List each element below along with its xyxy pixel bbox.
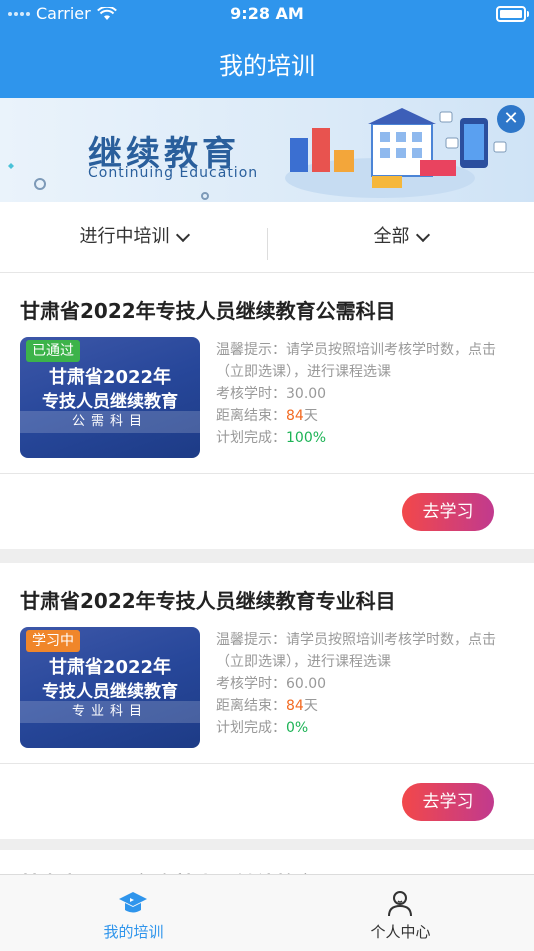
- course-title[interactable]: 甘肃省2022年专技人员继续教育专业科目: [20, 585, 396, 614]
- tab-label: 个人中心: [370, 923, 431, 941]
- thumbnail-line3: 公需科目: [20, 411, 200, 433]
- status-time: 9:28 AM: [230, 4, 304, 23]
- person-icon: [388, 891, 412, 917]
- course-progress: 计划完成：0%: [216, 720, 309, 736]
- page-title: 我的培训: [219, 52, 315, 80]
- end-days: 84: [286, 408, 304, 424]
- course-hours: 考核学时：30.00: [216, 386, 327, 402]
- course-info: 温馨提示：请学员按照培训考核学时数，点击（立即选课），进行课程选课 考核学时：3…: [216, 339, 516, 449]
- study-button[interactable]: 去学习: [402, 493, 494, 531]
- course-card: 甘肃省2022年专技人员继续教育专业科目 甘肃省2022年 专技人员继续教育 专…: [0, 563, 534, 839]
- course-end: 距离结束：84天: [216, 698, 318, 714]
- category-filter-label: 全部: [373, 226, 410, 247]
- tab-bar: 我的培训 个人中心: [0, 874, 534, 951]
- graduation-cap-icon: [119, 892, 147, 913]
- thumbnail-line1: 甘肃省2022年: [48, 657, 172, 678]
- hours-value: 30.00: [286, 386, 327, 402]
- card-divider: [0, 473, 534, 474]
- tab-my-training[interactable]: 我的培训: [0, 875, 267, 951]
- chevron-down-icon: [175, 227, 190, 243]
- tab-label: 我的培训: [103, 923, 164, 941]
- study-button[interactable]: 去学习: [402, 783, 494, 821]
- course-progress: 计划完成：100%: [216, 430, 327, 446]
- course-tip: 温馨提示：请学员按照培训考核学时数，点击（立即选课），进行课程选课: [216, 632, 496, 670]
- banner[interactable]: 继续教育 Continuing Education ✕: [0, 98, 534, 202]
- filter-bar: 进行中培训 全部: [0, 202, 534, 273]
- status-filter-dropdown[interactable]: 进行中培训: [0, 202, 267, 272]
- chevron-down-icon: [415, 227, 430, 243]
- thumbnail-line2: 专技人员继续教育: [42, 682, 178, 702]
- banner-subtitle: Continuing Education: [88, 165, 259, 181]
- status-bar: Carrier 9:28 AM: [0, 0, 534, 28]
- end-days: 84: [286, 698, 304, 714]
- status-filter-label: 进行中培训: [79, 226, 170, 247]
- thumbnail-line1: 甘肃省2022年: [48, 367, 172, 388]
- course-hours: 考核学时：60.00: [216, 676, 327, 692]
- card-divider: [0, 763, 534, 764]
- category-filter-dropdown[interactable]: 全部: [267, 202, 534, 272]
- status-badge: 学习中: [26, 630, 80, 652]
- progress-value: 0%: [286, 720, 309, 736]
- top-bar: Carrier 9:28 AM 我的培训: [0, 0, 534, 98]
- course-end: 距离结束：84天: [216, 408, 318, 424]
- course-thumbnail[interactable]: 甘肃省2022年 专技人员继续教育 公需科目 已通过: [20, 337, 200, 458]
- tab-personal-center[interactable]: 个人中心: [267, 875, 534, 951]
- close-icon[interactable]: ✕: [497, 105, 525, 133]
- banner-illustration: [8, 108, 507, 200]
- course-info: 温馨提示：请学员按照培训考核学时数，点击（立即选课），进行课程选课 考核学时：6…: [216, 629, 516, 739]
- course-tip: 温馨提示：请学员按照培训考核学时数，点击（立即选课），进行课程选课: [216, 342, 496, 380]
- progress-value: 100%: [286, 430, 327, 446]
- thumbnail-line2: 专技人员继续教育: [42, 392, 178, 412]
- hours-value: 60.00: [286, 676, 327, 692]
- battery-icon: [496, 6, 529, 22]
- course-thumbnail[interactable]: 甘肃省2022年 专技人员继续教育 专业科目 学习中: [20, 627, 200, 748]
- status-badge: 已通过: [26, 340, 80, 362]
- course-card: 甘肃省2022年专技人员继续教育公需科目 甘肃省2022年 专技人员继续教育 公…: [0, 273, 534, 549]
- thumbnail-line3: 专业科目: [20, 701, 200, 723]
- course-title[interactable]: 甘肃省2022年专技人员继续教育公需科目: [20, 295, 396, 324]
